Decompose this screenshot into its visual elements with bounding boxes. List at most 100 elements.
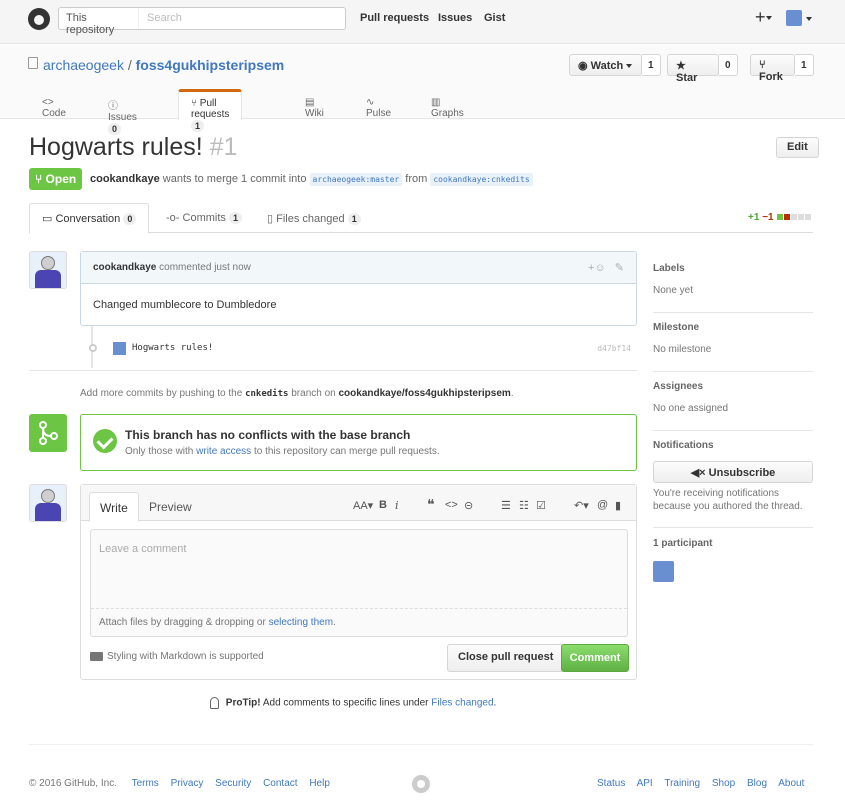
close-pull-request-button[interactable]: Close pull request (447, 644, 565, 672)
nav-gist[interactable]: Gist (484, 12, 505, 24)
tab-commits[interactable]: -o- Commits 1 (166, 203, 242, 233)
tab-pull-requests[interactable]: ⑂ Pull requests 1 (178, 89, 243, 132)
github-logo-icon[interactable] (28, 8, 50, 30)
footer-link-about[interactable]: About (778, 778, 804, 789)
sidebar-labels[interactable]: Labels None yet (653, 263, 813, 296)
base-branch-ref[interactable]: archaeogeek:master (309, 173, 403, 186)
comment-time[interactable]: just now (214, 262, 251, 273)
write-access-link[interactable]: write access (196, 446, 251, 457)
sidebar-participants: 1 participant (653, 538, 813, 549)
tab-code[interactable]: <> Code (42, 89, 66, 120)
footer-link-blog[interactable]: Blog (747, 778, 767, 789)
search-input[interactable]: Search (147, 12, 182, 24)
footer-link-privacy[interactable]: Privacy (171, 778, 204, 789)
star-button[interactable]: ★ Star (667, 54, 719, 84)
create-new-button[interactable]: + (755, 7, 772, 28)
bullet-list-icon[interactable]: ☰ (501, 499, 511, 512)
repo-name-link[interactable]: foss4gukhipsteripsem (136, 57, 285, 73)
footer-link-api[interactable]: API (637, 778, 653, 789)
link-icon[interactable]: ⊝ (464, 499, 473, 512)
commits-counter: 1 (228, 212, 242, 224)
star-count[interactable]: 0 (719, 54, 738, 76)
unsubscribe-button[interactable]: ◀× Unsubscribe (653, 461, 813, 483)
pr-author-link[interactable]: cookandkaye (90, 173, 160, 185)
avatar-body (35, 270, 61, 288)
head-branch-ref[interactable]: cookandkaye:cnkedits (430, 173, 533, 186)
tab-issues[interactable]: ⓘ Issues 0 (108, 89, 137, 135)
tab-pulse[interactable]: ∿ Pulse (366, 89, 391, 120)
github-mark-icon[interactable] (412, 775, 430, 793)
select-files-link[interactable]: selecting them (269, 617, 333, 628)
comment-author[interactable]: cookandkaye (93, 262, 156, 273)
code-icon[interactable]: <> (445, 499, 458, 511)
chevron-down-icon[interactable] (806, 17, 812, 21)
bookmark-icon[interactable]: ▮ (615, 499, 621, 512)
avatar[interactable] (29, 484, 67, 522)
footer-link-training[interactable]: Training (664, 778, 700, 789)
task-list-icon[interactable]: ☑ (536, 499, 546, 512)
comment-actions: +☺ ✎ (588, 261, 624, 274)
file-diff-icon: ▯ (267, 213, 274, 225)
user-avatar[interactable] (786, 10, 802, 26)
commit-author-avatar[interactable] (113, 342, 126, 355)
notifications-title: Notifications (653, 440, 714, 451)
repo-owner-link[interactable]: archaeogeek (43, 57, 124, 73)
add-reaction-icon[interactable]: +☺ (588, 262, 606, 274)
files-changed-link[interactable]: Files changed (431, 698, 493, 709)
text-size-icon[interactable]: AA▾ (353, 499, 373, 512)
avatar-head (41, 489, 55, 503)
unsubscribe-label: Unsubscribe (708, 467, 776, 479)
search-box[interactable]: This repository Search (58, 7, 346, 36)
mention-icon[interactable]: @ (597, 499, 608, 511)
fork-button[interactable]: ⑂ Fork (750, 54, 795, 83)
sidebar-assignees[interactable]: Assignees No one assigned (653, 381, 813, 414)
nav-pull-requests[interactable]: Pull requests (360, 12, 429, 24)
comment-textarea[interactable]: Leave a comment Attach files by dragging… (90, 529, 628, 637)
commit-message[interactable]: Hogwarts rules! (132, 343, 213, 353)
pull-request-icon: ⑂ (191, 98, 197, 109)
tab-conversation-label: Conversation (55, 213, 121, 225)
participant-avatar[interactable] (653, 561, 674, 582)
numbered-list-icon[interactable]: ☷ (519, 499, 529, 512)
pulls-counter: 1 (191, 120, 205, 132)
star-icon: ★ (676, 60, 686, 72)
footer-link-terms[interactable]: Terms (132, 778, 159, 789)
commit-sha[interactable]: d47bf14 (597, 344, 631, 353)
site-header: This repository Search Pull requests Iss… (0, 0, 845, 44)
avatar[interactable] (29, 251, 67, 289)
fork-count[interactable]: 1 (795, 54, 814, 76)
footer-link-status[interactable]: Status (597, 778, 625, 789)
comment-body: Changed mumblecore to Dumbledore (93, 299, 277, 311)
tab-write[interactable]: Write (89, 492, 139, 522)
markdown-note[interactable]: Styling with Markdown is supported (90, 651, 264, 662)
pulse-icon: ∿ (366, 97, 375, 108)
footer-divider (29, 744, 813, 745)
watch-count[interactable]: 1 (642, 54, 661, 76)
sidebar-milestone[interactable]: Milestone No milestone (653, 322, 813, 355)
nav-issues[interactable]: Issues (438, 12, 472, 24)
git-merge-icon (29, 414, 67, 452)
tab-code-label: Code (42, 108, 66, 119)
pencil-icon[interactable]: ✎ (615, 262, 624, 274)
reply-icon[interactable]: ↶▾ (574, 499, 589, 512)
status-badge: ⑂ Open (29, 168, 83, 190)
code-icon: <> (42, 97, 54, 108)
attach-files-area[interactable]: Attach files by dragging & dropping or s… (91, 608, 627, 636)
quote-icon[interactable]: ❝ (427, 496, 435, 513)
footer-link-help[interactable]: Help (309, 778, 330, 789)
tab-conversation[interactable]: ▭ Conversation 0 (29, 203, 150, 234)
bold-icon[interactable]: B (379, 499, 387, 511)
footer-link-contact[interactable]: Contact (263, 778, 297, 789)
tab-graphs[interactable]: ▥ Graphs (431, 89, 464, 120)
italic-icon[interactable]: i (395, 499, 399, 512)
footer-link-shop[interactable]: Shop (712, 778, 735, 789)
pr-number: #1 (209, 133, 238, 161)
tab-wiki[interactable]: ▤ Wiki (305, 89, 324, 120)
comment-button[interactable]: Comment (561, 644, 629, 672)
tab-files-changed[interactable]: ▯ Files changed 1 (267, 203, 361, 233)
tab-preview[interactable]: Preview (139, 492, 202, 522)
divider (653, 312, 813, 313)
footer-link-security[interactable]: Security (215, 778, 251, 789)
edit-title-button[interactable]: Edit (776, 137, 819, 158)
watch-button[interactable]: ◉ Watch (569, 54, 642, 76)
